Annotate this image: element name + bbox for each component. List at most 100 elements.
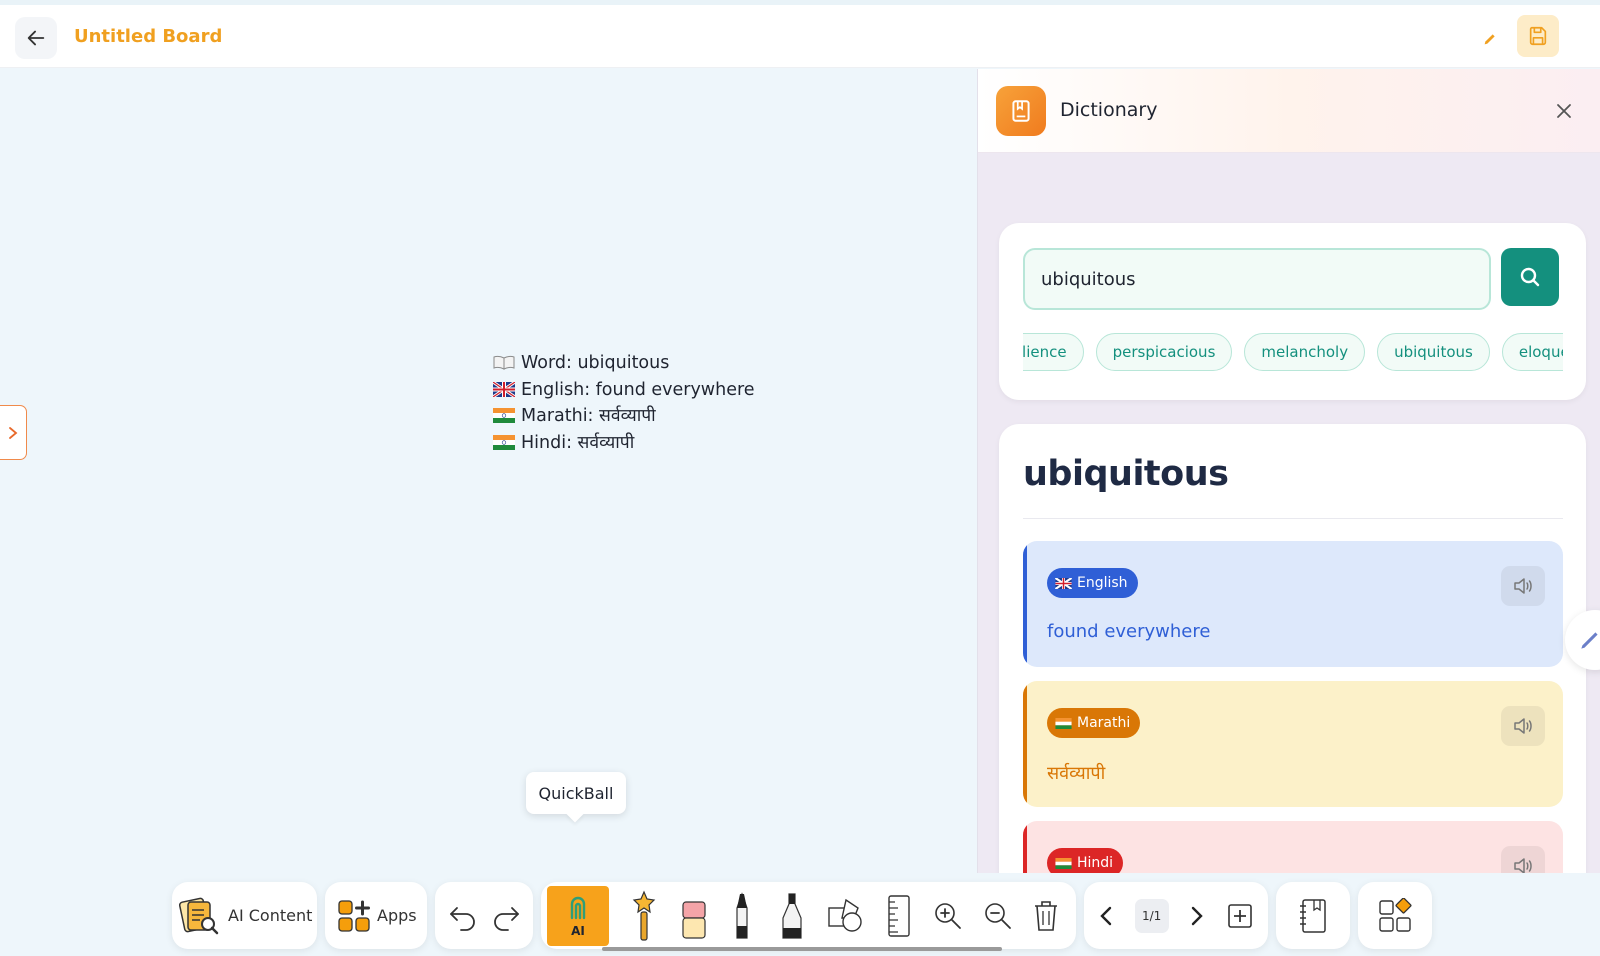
apps-grid-icon — [338, 899, 370, 932]
redo-button[interactable] — [490, 882, 522, 949]
marathi-meaning-card: Marathi सर्वव्यापी — [1023, 681, 1563, 807]
page-indicator: 1/1 — [1134, 898, 1169, 933]
widgets-button[interactable] — [1358, 882, 1432, 949]
ai-tool-label: AI — [571, 923, 585, 938]
india-flag-icon — [493, 408, 515, 423]
search-icon — [1520, 267, 1540, 287]
add-page-icon — [1228, 903, 1252, 928]
recent-word-chip[interactable]: melancholy — [1244, 333, 1366, 371]
ruler-icon — [888, 894, 910, 937]
magic-wand-tool[interactable] — [627, 882, 661, 949]
dictionary-book-icon — [996, 86, 1046, 136]
next-page-button[interactable] — [1189, 882, 1205, 949]
undo-button[interactable] — [447, 882, 479, 949]
language-badge: Marathi — [1047, 708, 1141, 738]
zoom-out-icon — [985, 902, 1011, 929]
result-word: ubiquitous — [1023, 454, 1229, 494]
previous-page-button[interactable] — [1098, 882, 1114, 949]
widgets-icon — [1379, 897, 1412, 932]
speaker-icon — [1514, 858, 1532, 873]
ai-content-label: AI Content — [228, 906, 313, 925]
note-line-text: English: found everywhere — [521, 379, 755, 400]
ruler-tool[interactable] — [884, 882, 914, 949]
recent-words: resilience perspicacious melancholy ubiq… — [1023, 333, 1563, 373]
marker-pen-icon — [736, 891, 748, 939]
board-text-note[interactable]: Word: ubiquitous English: found everywhe… — [493, 350, 755, 456]
open-book-icon — [493, 355, 515, 370]
toolbar-scrollbar[interactable] — [602, 947, 1002, 951]
india-flag-icon — [493, 434, 515, 450]
note-line-text: Word: ubiquitous — [521, 353, 670, 373]
eraser-tool[interactable] — [679, 882, 709, 949]
note-line-marathi: Marathi: सर्वव्यापी — [493, 403, 755, 430]
uk-flag-icon — [493, 381, 515, 397]
redo-icon — [493, 906, 519, 931]
notebook-button[interactable] — [1276, 882, 1350, 949]
ai-swirl-icon — [570, 896, 586, 919]
page-navigation-group: 1/1 — [1084, 882, 1268, 949]
panel-title: Dictionary — [1060, 99, 1158, 121]
play-audio-button[interactable] — [1501, 706, 1545, 746]
language-name: Marathi — [1077, 715, 1131, 731]
shapes-icon — [828, 898, 863, 932]
zoom-out-button[interactable] — [982, 882, 1014, 949]
card-accent-bar — [1023, 681, 1027, 807]
uk-flag-icon — [1055, 577, 1072, 589]
play-audio-button[interactable] — [1501, 566, 1545, 606]
meaning-text: found everywhere — [1047, 621, 1211, 642]
shapes-tool[interactable] — [826, 882, 866, 949]
pen-tool[interactable] — [727, 882, 757, 949]
search-button[interactable] — [1501, 248, 1559, 306]
board-title[interactable]: Untitled Board — [74, 26, 222, 47]
undo-icon — [449, 906, 475, 931]
language-badge: English — [1047, 568, 1138, 598]
recent-word-chip[interactable]: eloquent — [1501, 333, 1563, 371]
history-group — [435, 882, 533, 949]
word-search-input[interactable] — [1023, 248, 1491, 310]
language-name: Hindi — [1077, 855, 1114, 871]
note-line-text: Hindi: सर्वव्यापी — [521, 432, 635, 453]
back-button[interactable] — [15, 17, 57, 59]
apps-button[interactable]: Apps — [325, 882, 427, 949]
divider — [1023, 518, 1563, 519]
add-page-button[interactable] — [1226, 882, 1254, 949]
magic-wand-icon — [632, 889, 656, 941]
recent-word-chip[interactable]: perspicacious — [1095, 333, 1233, 371]
recent-word-chip[interactable]: resilience — [1023, 333, 1084, 371]
zoom-in-button[interactable] — [932, 882, 964, 949]
note-line-hindi: Hindi: सर्वव्यापी — [493, 430, 755, 457]
chevron-right-icon — [1192, 906, 1204, 925]
pencil-icon — [1484, 34, 1495, 45]
ai-content-icon-wrap: AI Content — [172, 882, 312, 949]
note-line-text: Marathi: सर्वव्यापी — [521, 406, 656, 426]
delete-button[interactable] — [1032, 882, 1070, 949]
note-line-word: Word: ubiquitous — [493, 350, 755, 377]
rename-button[interactable] — [1478, 27, 1502, 51]
close-panel-button[interactable] — [1552, 99, 1576, 123]
notebook-icon — [1300, 898, 1326, 933]
drawing-tools-group: AI — [541, 882, 1076, 949]
language-badge: Hindi — [1047, 848, 1124, 873]
ai-tool-button[interactable]: AI — [547, 885, 609, 946]
highlighter-tool[interactable] — [775, 882, 809, 949]
speaker-icon — [1514, 718, 1532, 734]
play-audio-button[interactable] — [1501, 846, 1545, 873]
search-card: resilience perspicacious melancholy ubiq… — [999, 223, 1586, 400]
whiteboard-canvas[interactable] — [0, 69, 978, 956]
quickball-tooltip: QuickBall — [526, 772, 626, 814]
dictionary-panel: Dictionary resilience perspicacious mela… — [977, 69, 1600, 873]
hindi-meaning-card: Hindi — [1023, 821, 1563, 873]
close-icon — [1557, 104, 1571, 118]
panel-header: Dictionary — [978, 69, 1600, 153]
meaning-text: सर्वव्यापी — [1047, 763, 1106, 784]
chevron-left-icon — [1100, 906, 1112, 925]
sidebar-toggle-button[interactable] — [0, 405, 27, 460]
zoom-in-icon — [935, 902, 962, 929]
chevron-right-icon — [9, 426, 18, 439]
eraser-icon — [682, 900, 706, 939]
save-button[interactable] — [1517, 15, 1559, 57]
arrow-left-icon — [27, 30, 45, 46]
ai-content-button[interactable]: AI Content — [172, 882, 317, 949]
recent-word-chip[interactable]: ubiquitous — [1377, 333, 1490, 371]
apps-icon-wrap: Apps — [325, 882, 417, 949]
